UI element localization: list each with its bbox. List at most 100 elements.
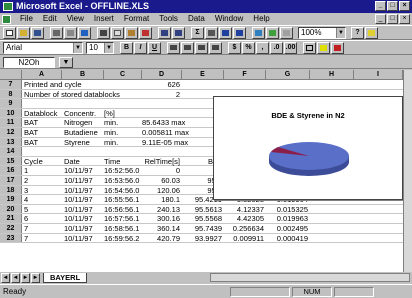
cell-d[interactable]: 60.03 — [142, 176, 180, 185]
cut-button[interactable] — [97, 26, 110, 39]
undo-button[interactable] — [158, 26, 171, 39]
sort-descending-button[interactable] — [233, 26, 246, 39]
close-button[interactable]: × — [399, 1, 410, 11]
minimize-button[interactable]: _ — [375, 1, 386, 11]
row-header[interactable]: 14 — [0, 147, 22, 156]
copy-button[interactable] — [111, 26, 124, 39]
cell-d[interactable]: RelTime[s] — [142, 157, 180, 166]
cell-b[interactable]: Butadiene — [64, 128, 102, 137]
menu-format[interactable]: Format — [119, 13, 154, 25]
row-header[interactable]: 13 — [0, 137, 22, 147]
save-button[interactable] — [31, 26, 44, 39]
cell-d[interactable]: 2 — [142, 90, 180, 99]
row-header[interactable]: 21 — [0, 214, 22, 223]
menu-edit[interactable]: Edit — [38, 13, 62, 25]
menu-window[interactable]: Window — [210, 13, 248, 25]
col-header-d[interactable]: D — [142, 70, 182, 80]
cell-d[interactable]: 9.11E-05 max — [142, 138, 200, 147]
menu-help[interactable]: Help — [248, 13, 274, 25]
row-header[interactable]: 19 — [0, 195, 22, 204]
row-header[interactable]: 15 — [0, 156, 22, 166]
cell-d[interactable]: 85.6433 max — [142, 118, 200, 127]
doc-minimize-button[interactable]: _ — [375, 14, 386, 24]
cell-b[interactable]: Concentr. — [64, 109, 102, 118]
cell-g[interactable]: 0.000419 — [266, 234, 308, 243]
cell-b[interactable]: 10/11/97 — [64, 234, 102, 243]
cell-c[interactable]: 16:53:56.0 — [104, 176, 140, 185]
name-box[interactable]: N2Oh — [3, 56, 55, 68]
menu-insert[interactable]: Insert — [89, 13, 119, 25]
redo-button[interactable] — [172, 26, 185, 39]
borders-button[interactable] — [303, 41, 316, 54]
align-left-button[interactable] — [167, 41, 180, 54]
cell-c[interactable]: 16:54:56.0 — [104, 186, 140, 195]
cell-b[interactable]: 10/11/97 — [64, 166, 102, 175]
horizontal-scrollbar[interactable] — [210, 273, 410, 282]
doc-restore-button[interactable]: □ — [387, 14, 398, 24]
cell-f[interactable]: 4.42305 — [224, 214, 264, 223]
cell-b[interactable]: Styrene — [64, 138, 102, 147]
font-size-combo[interactable]: 10 ▼ — [86, 41, 114, 54]
drawing-button[interactable] — [280, 26, 293, 39]
italic-button[interactable]: I — [134, 41, 147, 54]
prev-sheet-button[interactable]: ◄ — [11, 272, 20, 283]
new-file-button[interactable] — [3, 26, 16, 39]
chevron-down-icon[interactable]: ▼ — [73, 42, 82, 53]
row-header[interactable]: 9 — [0, 99, 22, 108]
cell-a[interactable]: 2 — [24, 176, 62, 185]
cell-c[interactable]: 16:56:56.1 — [104, 205, 140, 214]
row-header[interactable]: 16 — [0, 166, 22, 175]
currency-button[interactable]: $ — [228, 41, 241, 54]
function-wizard-button[interactable] — [205, 26, 218, 39]
col-header-g[interactable]: G — [266, 70, 310, 80]
col-header-b[interactable]: B — [62, 70, 104, 80]
cell-d[interactable]: 360.14 — [142, 224, 180, 233]
cell-a[interactable]: 5 — [24, 205, 62, 214]
col-header-h[interactable]: H — [310, 70, 354, 80]
cell-b[interactable]: 10/11/97 — [64, 176, 102, 185]
help-button[interactable]: ? — [351, 26, 364, 39]
autosum-button[interactable]: Σ — [191, 26, 204, 39]
bold-button[interactable]: B — [120, 41, 133, 54]
row-header[interactable]: 7 — [0, 80, 22, 89]
cell-a[interactable]: BAT — [24, 128, 62, 137]
row-header[interactable]: 8 — [0, 89, 22, 99]
cell-e[interactable]: 95.7439 — [182, 224, 222, 233]
cell-d[interactable]: 300.16 — [142, 214, 180, 223]
cell-c[interactable]: 16:55:56.1 — [104, 195, 140, 204]
menu-tools[interactable]: Tools — [154, 13, 183, 25]
cell-c[interactable]: 16:52:56.0 — [104, 166, 140, 175]
map-button[interactable] — [266, 26, 279, 39]
tipwizard-button[interactable] — [365, 26, 378, 39]
cell-b[interactable]: 10/11/97 — [64, 205, 102, 214]
col-header-i[interactable]: I — [354, 70, 403, 80]
row-header[interactable]: 17 — [0, 175, 22, 185]
chevron-down-icon[interactable]: ▼ — [104, 42, 113, 53]
menu-data[interactable]: Data — [183, 13, 210, 25]
row-header[interactable]: 10 — [0, 108, 22, 118]
cell-a[interactable]: 1 — [24, 166, 62, 175]
comma-button[interactable]: , — [256, 41, 269, 54]
format-painter-button[interactable] — [139, 26, 152, 39]
row-header[interactable]: 18 — [0, 185, 22, 195]
cell-c[interactable]: min. — [104, 128, 140, 137]
name-box-dropdown[interactable]: ▼ — [59, 56, 73, 68]
select-all-corner[interactable] — [0, 70, 22, 80]
maximize-button[interactable]: □ — [387, 1, 398, 11]
cell-a[interactable]: 7 — [24, 234, 62, 243]
cell-e[interactable]: 95.5613 — [182, 205, 222, 214]
paste-button[interactable] — [125, 26, 138, 39]
cell-c[interactable]: min. — [104, 138, 140, 147]
spelling-button[interactable] — [78, 26, 91, 39]
first-sheet-button[interactable]: ◄ — [1, 272, 10, 283]
chart-wizard-button[interactable] — [252, 26, 265, 39]
row-header[interactable]: 12 — [0, 127, 22, 137]
cell-a[interactable]: Cycle — [24, 157, 62, 166]
vertical-scrollbar[interactable] — [403, 70, 412, 272]
percent-button[interactable]: % — [242, 41, 255, 54]
menu-view[interactable]: View — [62, 13, 89, 25]
cell-c[interactable]: 16:58:56.1 — [104, 224, 140, 233]
cell-a[interactable]: Datablock — [24, 109, 62, 118]
underline-button[interactable]: U — [148, 41, 161, 54]
col-header-f[interactable]: F — [224, 70, 266, 80]
